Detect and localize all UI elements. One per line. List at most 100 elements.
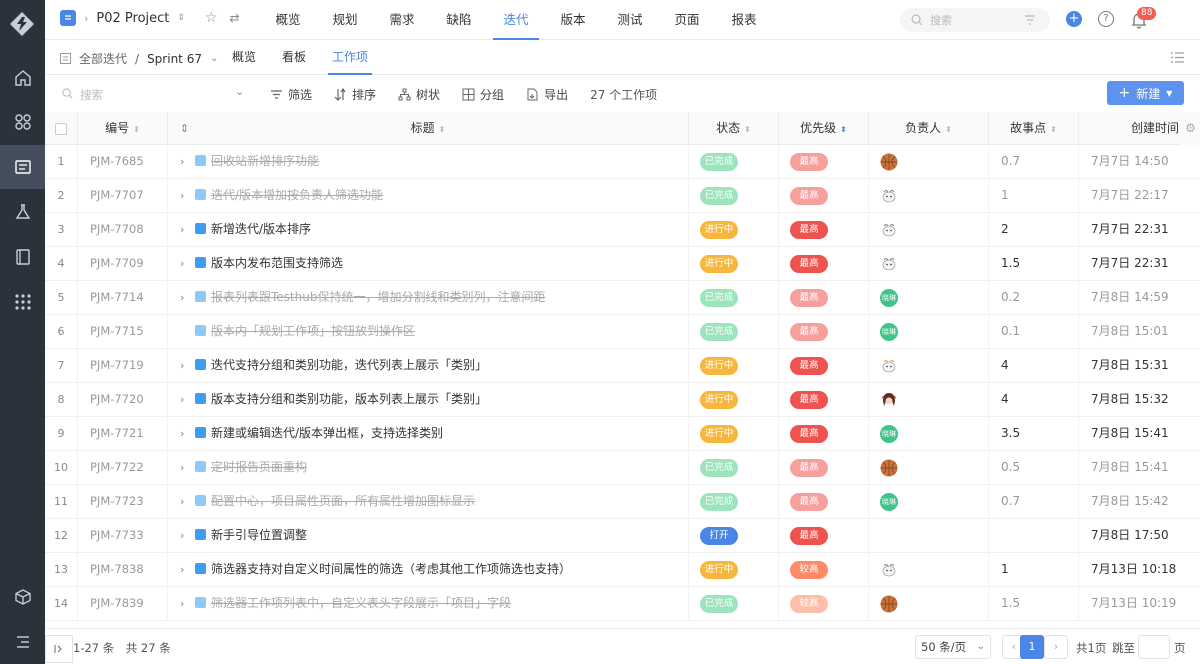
assignee-cell[interactable]: [869, 451, 989, 484]
app-logo[interactable]: [8, 10, 36, 38]
new-work-item-button[interactable]: + 新建 ▼: [1107, 81, 1184, 105]
status-cell[interactable]: 进行中: [689, 383, 779, 416]
sort-desc-icon[interactable]: ⬍: [840, 125, 847, 134]
work-item-title[interactable]: 迭代支持分组和类别功能，迭代列表上展示「类别」: [211, 358, 487, 372]
work-item-title[interactable]: 版本内「规划工作项」按钮放到操作区: [211, 324, 415, 338]
status-badge[interactable]: 已完成: [700, 492, 738, 511]
expand-row-icon[interactable]: ›: [180, 179, 192, 212]
priority-badge[interactable]: 最高: [790, 220, 828, 239]
sort-icon[interactable]: ⬍: [439, 125, 446, 134]
jump-page-input[interactable]: [1138, 635, 1170, 659]
work-item-title-cell[interactable]: › 新建或编辑迭代/版本弹出框，支持选择类别: [168, 417, 689, 450]
status-cell[interactable]: 进行中: [689, 553, 779, 586]
menu-collapse-icon[interactable]: [0, 620, 45, 664]
work-item-title-cell[interactable]: › 筛选器工作项列表中，自定义表头字段展示「项目」字段: [168, 587, 689, 620]
breadcrumb-root[interactable]: 全部迭代: [79, 50, 127, 67]
work-item-title[interactable]: 定时报告页面重构: [211, 460, 307, 474]
expand-row-icon[interactable]: ›: [180, 383, 192, 416]
nav-tab[interactable]: 页面: [664, 0, 710, 40]
status-badge[interactable]: 已完成: [700, 152, 738, 171]
priority-cell[interactable]: 最高: [779, 519, 869, 552]
priority-cell[interactable]: 最高: [779, 315, 869, 348]
status-badge[interactable]: 进行中: [700, 356, 738, 375]
work-item-search[interactable]: 搜索 ⌄: [60, 84, 250, 104]
expand-row-icon[interactable]: ›: [180, 213, 192, 246]
column-header-assignee[interactable]: 负责人 ⬍: [869, 112, 989, 145]
status-cell[interactable]: 已完成: [689, 281, 779, 314]
chevron-down-icon[interactable]: ⌄: [235, 85, 244, 98]
table-row[interactable]: 2 PJM-7707 › 迭代/版本增加按负责人筛选功能 已完成 最高 1 7月7日 22:1…: [45, 179, 1200, 213]
nav-tab[interactable]: 概览: [265, 0, 311, 40]
status-cell[interactable]: 进行中: [689, 417, 779, 450]
sort-icon[interactable]: ⬍: [945, 125, 952, 134]
work-item-title-cell[interactable]: › 迭代支持分组和类别功能，迭代列表上展示「类别」: [168, 349, 689, 382]
assignee-cell[interactable]: 晓琳: [869, 281, 989, 314]
work-item-code[interactable]: PJM-7719: [78, 349, 168, 382]
project-switcher[interactable]: › P02 Project ⇕ ☆ ⇄: [60, 10, 240, 26]
column-settings-icon[interactable]: ⚙: [1181, 112, 1200, 145]
select-all-checkbox[interactable]: [45, 112, 78, 145]
status-cell[interactable]: 打开: [689, 519, 779, 552]
status-badge[interactable]: 已完成: [700, 458, 738, 477]
status-badge[interactable]: 已完成: [700, 594, 738, 613]
assignee-cell[interactable]: [869, 383, 989, 416]
work-item-title-cell[interactable]: › 定时报告页面重构: [168, 451, 689, 484]
priority-badge[interactable]: 最高: [790, 186, 828, 205]
flask-icon[interactable]: [0, 190, 45, 234]
table-row[interactable]: 13 PJM-7838 › 筛选器支持对自定义时间属性的筛选（考虑其他工作项筛选也支持…: [45, 553, 1200, 587]
assignee-cell[interactable]: [869, 553, 989, 586]
nav-tab[interactable]: 需求: [379, 0, 425, 40]
caret-down-icon[interactable]: ▼: [1166, 89, 1172, 98]
assignee-cell[interactable]: [869, 519, 989, 552]
nav-tab[interactable]: 测试: [607, 0, 653, 40]
work-item-title-cell[interactable]: › 配置中心，项目属性页面，所有属性增加图标显示: [168, 485, 689, 518]
help-icon[interactable]: ?: [1098, 11, 1114, 27]
grid-icon[interactable]: [0, 280, 45, 324]
table-row[interactable]: 14 PJM-7839 › 筛选器工作项列表中，自定义表头字段展示「项目」字段 已完成 较…: [45, 587, 1200, 621]
priority-badge[interactable]: 最高: [790, 322, 828, 341]
expand-row-icon[interactable]: ›: [180, 247, 192, 280]
work-item-code[interactable]: PJM-7720: [78, 383, 168, 416]
table-row[interactable]: 10 PJM-7722 › 定时报告页面重构 已完成 最高 0.5 7月8日 15:41: [45, 451, 1200, 485]
nav-tab[interactable]: 规划: [322, 0, 368, 40]
priority-badge[interactable]: 最高: [790, 254, 828, 273]
table-row[interactable]: 9 PJM-7721 › 新建或编辑迭代/版本弹出框，支持选择类别 进行中 最高 晓琳 3.5…: [45, 417, 1200, 451]
priority-cell[interactable]: 较高: [779, 587, 869, 620]
story-points[interactable]: [989, 519, 1079, 552]
story-points[interactable]: 1.5: [989, 587, 1079, 620]
column-header-priority[interactable]: 优先级 ⬍: [779, 112, 869, 145]
chevron-down-icon[interactable]: ⌄: [210, 53, 218, 64]
filter-icon[interactable]: [1024, 14, 1036, 26]
view-list-icon[interactable]: [1171, 52, 1184, 63]
status-cell[interactable]: 进行中: [689, 247, 779, 280]
priority-cell[interactable]: 最高: [779, 485, 869, 518]
story-points[interactable]: 4: [989, 349, 1079, 382]
work-item-title-cell[interactable]: › 新手引导位置调整: [168, 519, 689, 552]
work-item-title-cell[interactable]: 版本内「规划工作项」按钮放到操作区: [168, 315, 689, 348]
sort-icon[interactable]: ⬍: [744, 125, 751, 134]
work-item-title[interactable]: 版本支持分组和类别功能，版本列表上展示「类别」: [211, 392, 487, 406]
priority-badge[interactable]: 最高: [790, 356, 828, 375]
work-item-code[interactable]: PJM-7722: [78, 451, 168, 484]
work-item-title[interactable]: 迭代/版本增加按负责人筛选功能: [211, 188, 383, 202]
table-row[interactable]: 4 PJM-7709 › 版本内发布范围支持筛选 进行中 最高 1.5 7月7日 22:31: [45, 247, 1200, 281]
expand-row-icon[interactable]: ›: [180, 451, 192, 484]
story-points[interactable]: 0.2: [989, 281, 1079, 314]
expand-row-icon[interactable]: ›: [180, 417, 192, 450]
table-row[interactable]: 6 PJM-7715 版本内「规划工作项」按钮放到操作区 已完成 最高 晓琳 0.1 7月8日…: [45, 315, 1200, 349]
nav-tab[interactable]: 缺陷: [436, 0, 482, 40]
assignee-cell[interactable]: [869, 349, 989, 382]
work-item-code[interactable]: PJM-7839: [78, 587, 168, 620]
story-points[interactable]: 1: [989, 179, 1079, 212]
priority-badge[interactable]: 较高: [790, 560, 828, 579]
page-button-current[interactable]: 1: [1020, 635, 1044, 659]
priority-badge[interactable]: 最高: [790, 390, 828, 409]
work-item-code[interactable]: PJM-7714: [78, 281, 168, 314]
filter-button[interactable]: 筛选: [270, 86, 312, 103]
nav-tab[interactable]: 迭代: [493, 0, 539, 40]
work-item-title[interactable]: 回收站新增排序功能: [211, 154, 319, 168]
column-header-code[interactable]: 编号 ⬍: [78, 112, 168, 145]
expand-all-icon[interactable]: ⇕: [180, 112, 189, 145]
priority-badge[interactable]: 较高: [790, 594, 828, 613]
priority-badge[interactable]: 最高: [790, 458, 828, 477]
